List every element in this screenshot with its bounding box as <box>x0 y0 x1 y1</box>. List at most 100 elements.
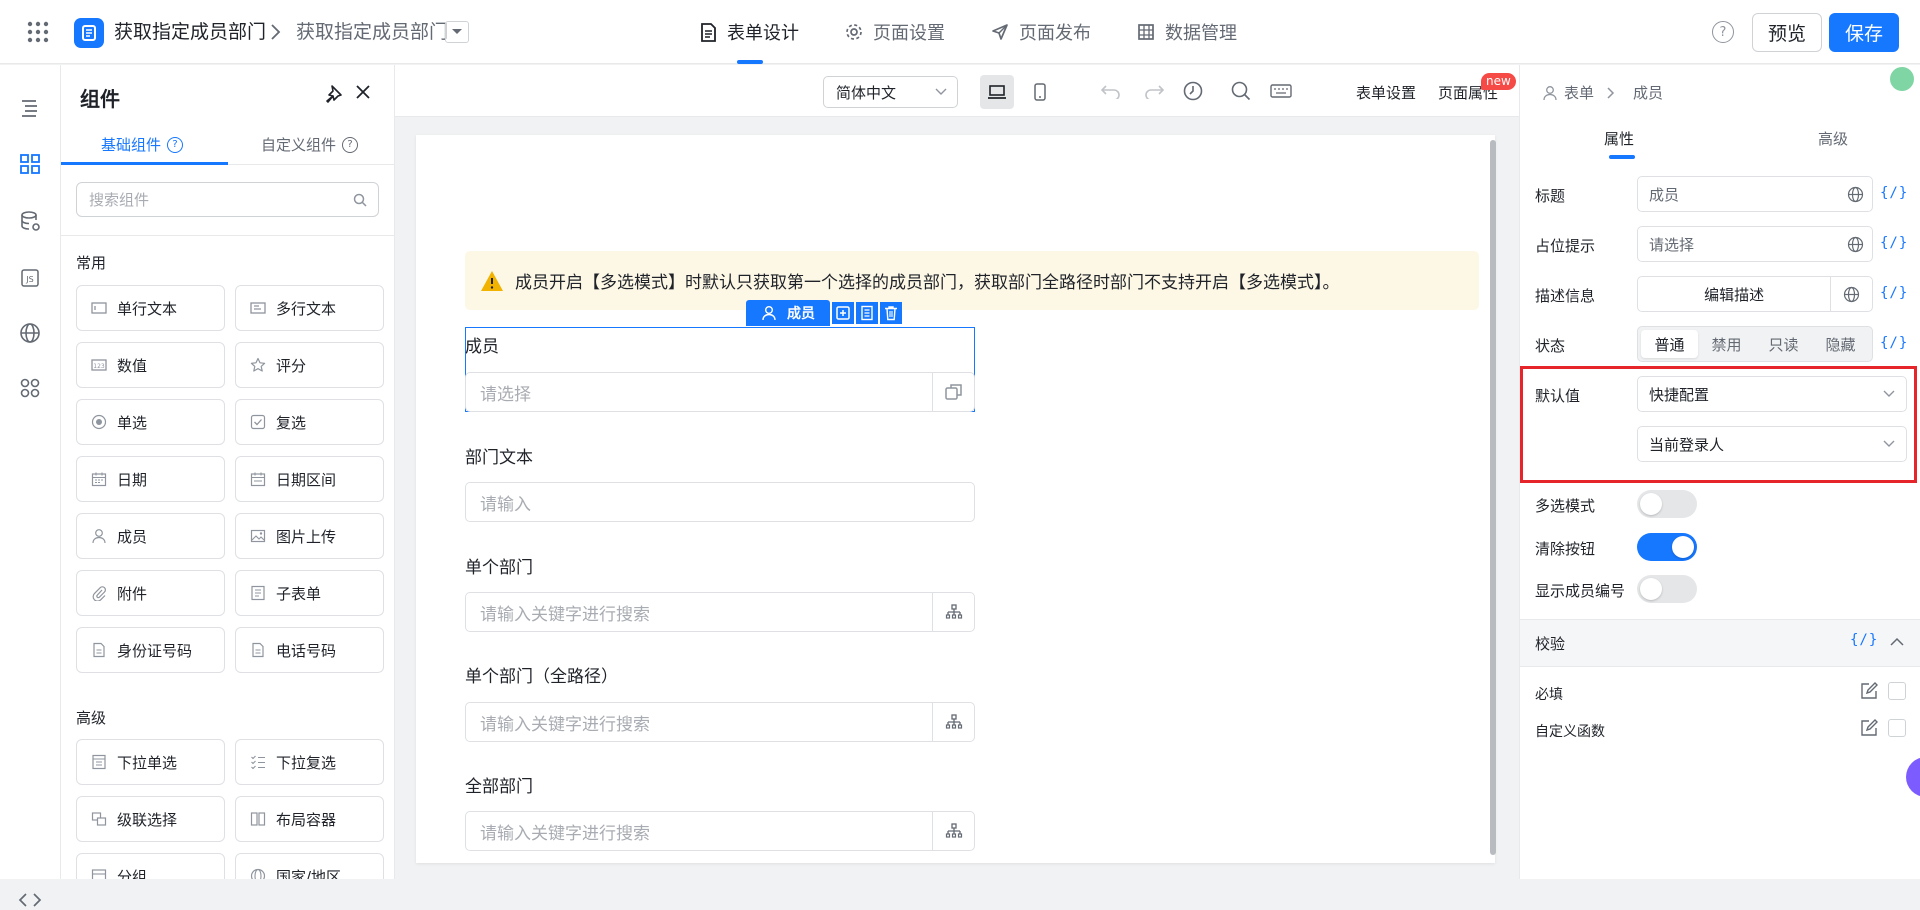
outline-icon[interactable] <box>17 95 43 121</box>
copy-field-icon[interactable] <box>832 302 854 324</box>
custom-function-checkbox[interactable] <box>1888 719 1906 737</box>
component-member[interactable]: 成员 <box>76 513 225 559</box>
notice-text: 成员开启【多选模式】时默认只获取第一个选择的成员部门，获取部门全路径时部门不支持… <box>515 273 1340 293</box>
document-icon <box>700 22 727 42</box>
multi-select-toggle[interactable] <box>1637 490 1697 518</box>
selected-field-tag[interactable]: 成员 <box>746 300 830 326</box>
required-checkbox[interactable] <box>1888 682 1906 700</box>
formula-icon[interactable]: {/} <box>1850 632 1878 648</box>
component-dropdown-single[interactable]: 下拉单选 <box>76 739 225 785</box>
canvas-scrollbar[interactable] <box>1490 140 1496 855</box>
redo-icon[interactable] <box>1142 79 1166 103</box>
component-phone[interactable]: 电话号码 <box>235 627 384 673</box>
component-subform[interactable]: 子表单 <box>235 570 384 616</box>
globe-icon[interactable] <box>17 320 43 346</box>
search-icon[interactable] <box>1229 79 1253 103</box>
js-code-icon[interactable]: JS <box>17 265 43 291</box>
close-icon[interactable] <box>354 83 372 101</box>
member-input[interactable]: 请选择 <box>465 372 975 412</box>
edit-icon[interactable] <box>1860 682 1878 700</box>
org-tree-icon[interactable] <box>932 703 974 741</box>
desktop-view-button[interactable] <box>980 75 1014 109</box>
formula-icon[interactable]: {/} <box>1880 235 1908 251</box>
component-rating[interactable]: 评分 <box>235 342 384 388</box>
plugins-icon[interactable] <box>17 375 43 401</box>
field-label-single-dept: 单个部门 <box>465 558 533 578</box>
single-dept-full-input[interactable]: 请输入关键字进行搜索 <box>465 702 975 742</box>
component-search-input[interactable]: 搜索组件 <box>76 182 379 217</box>
app-grid-icon[interactable] <box>26 20 50 44</box>
state-hidden[interactable]: 隐藏 <box>1812 330 1869 358</box>
single-dept-input[interactable]: 请输入关键字进行搜索 <box>465 592 975 632</box>
preview-button[interactable]: 预览 <box>1752 13 1822 52</box>
component-checkbox[interactable]: 复选 <box>235 399 384 445</box>
delete-field-icon[interactable] <box>880 302 902 324</box>
component-layout[interactable]: 布局容器 <box>235 796 384 842</box>
component-cascade[interactable]: 级联选择 <box>76 796 225 842</box>
globe-icon[interactable] <box>1847 186 1864 203</box>
language-select[interactable]: 简体中文 <box>823 76 958 108</box>
component-attachment[interactable]: 附件 <box>76 570 225 616</box>
component-id-card[interactable]: 身份证号码 <box>76 627 225 673</box>
tab-basic-components[interactable]: 基础组件? <box>101 134 184 155</box>
component-image-upload[interactable]: 图片上传 <box>235 513 384 559</box>
globe-icon[interactable] <box>1830 277 1872 311</box>
pin-icon[interactable] <box>325 84 343 104</box>
component-country[interactable]: 国家/地区 <box>235 853 384 879</box>
tab-page-settings[interactable]: 页面设置 <box>845 0 945 64</box>
data-source-icon[interactable] <box>17 208 43 234</box>
edit-icon[interactable] <box>1860 719 1878 737</box>
default-value-select[interactable]: 当前登录人 <box>1637 426 1907 462</box>
clear-button-toggle[interactable] <box>1637 533 1697 561</box>
edit-description-button[interactable]: 编辑描述 <box>1637 276 1873 312</box>
org-tree-icon[interactable] <box>932 812 974 850</box>
chevron-up-icon[interactable] <box>1890 637 1904 646</box>
placeholder-input[interactable]: 请选择 <box>1637 226 1873 262</box>
input-placeholder: 请输入关键字进行搜索 <box>480 604 650 625</box>
component-group[interactable]: 分组 <box>76 853 225 879</box>
member-picker-icon[interactable] <box>932 373 974 411</box>
tab-custom-components[interactable]: 自定义组件? <box>261 134 359 155</box>
default-mode-select[interactable]: 快捷配置 <box>1637 376 1907 412</box>
tab-advanced[interactable]: 高级 <box>1818 128 1848 149</box>
code-icon[interactable] <box>18 890 42 910</box>
component-single-line-text[interactable]: 单行文本 <box>76 285 225 331</box>
state-readonly[interactable]: 只读 <box>1755 330 1812 358</box>
component-dropdown-multi[interactable]: 下拉复选 <box>235 739 384 785</box>
tab-form-design[interactable]: 表单设计 <box>700 0 799 64</box>
component-number[interactable]: 123 数值 <box>76 342 225 388</box>
save-button[interactable]: 保存 <box>1829 13 1899 52</box>
duplicate-field-icon[interactable] <box>856 302 878 324</box>
show-member-no-toggle[interactable] <box>1637 575 1697 603</box>
component-date-range[interactable]: 日期区间 <box>235 456 384 502</box>
validation-section-header[interactable]: 校验 {/} <box>1520 619 1920 667</box>
status-dot <box>1890 67 1914 91</box>
app-title[interactable]: 获取指定成员部门 <box>114 20 266 44</box>
formula-icon[interactable]: {/} <box>1880 335 1908 351</box>
tab-data-manage[interactable]: 数据管理 <box>1137 0 1237 64</box>
page-switch-dropdown[interactable] <box>445 21 469 43</box>
dept-text-input[interactable]: 请输入 <box>465 482 975 522</box>
components-icon[interactable] <box>17 151 43 177</box>
formula-icon[interactable]: {/} <box>1880 185 1908 201</box>
state-disabled[interactable]: 禁用 <box>1698 330 1755 358</box>
component-multi-line-text[interactable]: 多行文本 <box>235 285 384 331</box>
formula-icon[interactable]: {/} <box>1880 285 1908 301</box>
help-icon[interactable]: ? <box>1712 21 1734 43</box>
all-depts-input[interactable]: 请输入关键字进行搜索 <box>465 811 975 851</box>
component-date[interactable]: 日期 <box>76 456 225 502</box>
form-settings-link[interactable]: 表单设置 <box>1356 82 1416 103</box>
history-icon[interactable] <box>1181 79 1205 103</box>
id-card-icon <box>91 642 117 658</box>
component-radio[interactable]: 单选 <box>76 399 225 445</box>
state-normal[interactable]: 普通 <box>1641 330 1698 358</box>
org-tree-icon[interactable] <box>932 593 974 631</box>
mobile-view-button[interactable] <box>1023 75 1057 109</box>
keyboard-icon[interactable] <box>1269 79 1293 103</box>
tab-properties[interactable]: 属性 <box>1604 128 1634 149</box>
tab-page-publish[interactable]: 页面发布 <box>991 0 1091 64</box>
undo-icon[interactable] <box>1099 79 1123 103</box>
globe-icon[interactable] <box>1847 236 1864 253</box>
title-input[interactable]: 成员 <box>1637 176 1873 212</box>
breadcrumb-form[interactable]: 表单 <box>1564 82 1594 103</box>
